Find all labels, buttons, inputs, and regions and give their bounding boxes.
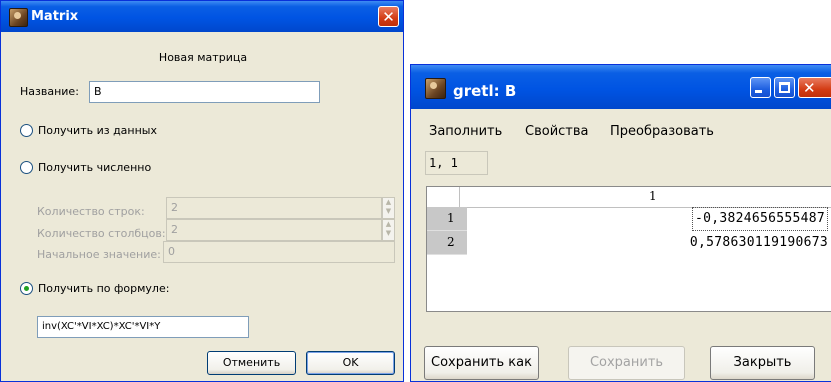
dialog-header: Новая матрица [158, 51, 248, 64]
radio-numeric[interactable] [20, 161, 33, 174]
maximize-icon[interactable] [774, 77, 795, 98]
column-header: 1 [649, 189, 657, 203]
gretl-app-icon [9, 8, 28, 27]
name-input[interactable]: B [89, 81, 320, 103]
cancel-button-label: Отменить [222, 356, 281, 369]
ok-button[interactable]: OK [306, 351, 395, 375]
rows-input[interactable]: 2 [166, 197, 382, 219]
cols-spinner[interactable]: ▲ ▼ [382, 219, 395, 241]
matrix-window-title: Matrix [31, 9, 79, 24]
radio-numeric-label: Получить численно [38, 161, 152, 174]
close-icon[interactable]: ✕ [378, 6, 399, 27]
formula-input[interactable]: inv(XC'*VI*XC)*XC'*VI*Y [37, 316, 249, 338]
table-row[interactable]: -0,3824656555487 [467, 207, 831, 231]
close-icon[interactable]: ✕ [798, 77, 831, 98]
matrix-grid[interactable]: 1 1 -0,3824656555487 2 0,578630119190673 [426, 186, 831, 312]
row-header: 1 [427, 207, 467, 231]
cell-value[interactable]: 0,578630119190673 [690, 232, 828, 254]
matrix-titlebar[interactable]: Matrix ✕ [1, 1, 403, 32]
save-button-label: Сохранить [589, 355, 664, 370]
save-as-button-label: Сохранить как [431, 355, 532, 370]
radio-formula[interactable] [20, 282, 33, 295]
menu-properties[interactable]: Свойства [525, 124, 589, 139]
save-button[interactable]: Сохранить [568, 346, 685, 380]
cell-reference: 1, 1 [425, 151, 488, 175]
init-input[interactable]: 0 [163, 241, 395, 263]
radio-from-data-label: Получить из данных [38, 124, 157, 137]
cancel-button[interactable]: Отменить [207, 351, 296, 375]
gretl-window-title: gretl: B [453, 82, 517, 100]
close-button-label: Закрыть [733, 355, 792, 370]
save-as-button[interactable]: Сохранить как [424, 346, 539, 380]
rows-spinner[interactable]: ▲ ▼ [382, 197, 395, 219]
menu-fill[interactable]: Заполнить [429, 124, 502, 139]
gretl-matrix-window: gretl: B ✕ Заполнить Свойства Преобразов… [410, 64, 831, 382]
rows-label: Количество строк: [37, 205, 145, 218]
ok-button-label: OK [342, 356, 359, 369]
minimize-icon[interactable] [750, 77, 771, 98]
radio-formula-label: Получить по формуле: [38, 282, 170, 295]
close-button[interactable]: Закрыть [710, 346, 815, 380]
init-label: Начальное значение: [37, 248, 161, 261]
row-header: 2 [427, 231, 467, 255]
cols-label: Количество столбцов: [37, 227, 166, 240]
menu-transform[interactable]: Преобразовать [610, 124, 714, 139]
gretl-titlebar[interactable]: gretl: B ✕ [411, 65, 831, 109]
table-row[interactable]: 0,578630119190673 [467, 231, 831, 255]
gretl-app-icon [425, 78, 446, 99]
name-label: Название: [20, 85, 79, 98]
cell-value[interactable]: -0,3824656555487 [691, 207, 828, 231]
radio-from-data[interactable] [20, 124, 33, 137]
cols-input[interactable]: 2 [166, 219, 382, 241]
matrix-dialog: Matrix ✕ Новая матрица Название: B Получ… [0, 0, 404, 382]
grid-header: 1 [427, 187, 831, 208]
